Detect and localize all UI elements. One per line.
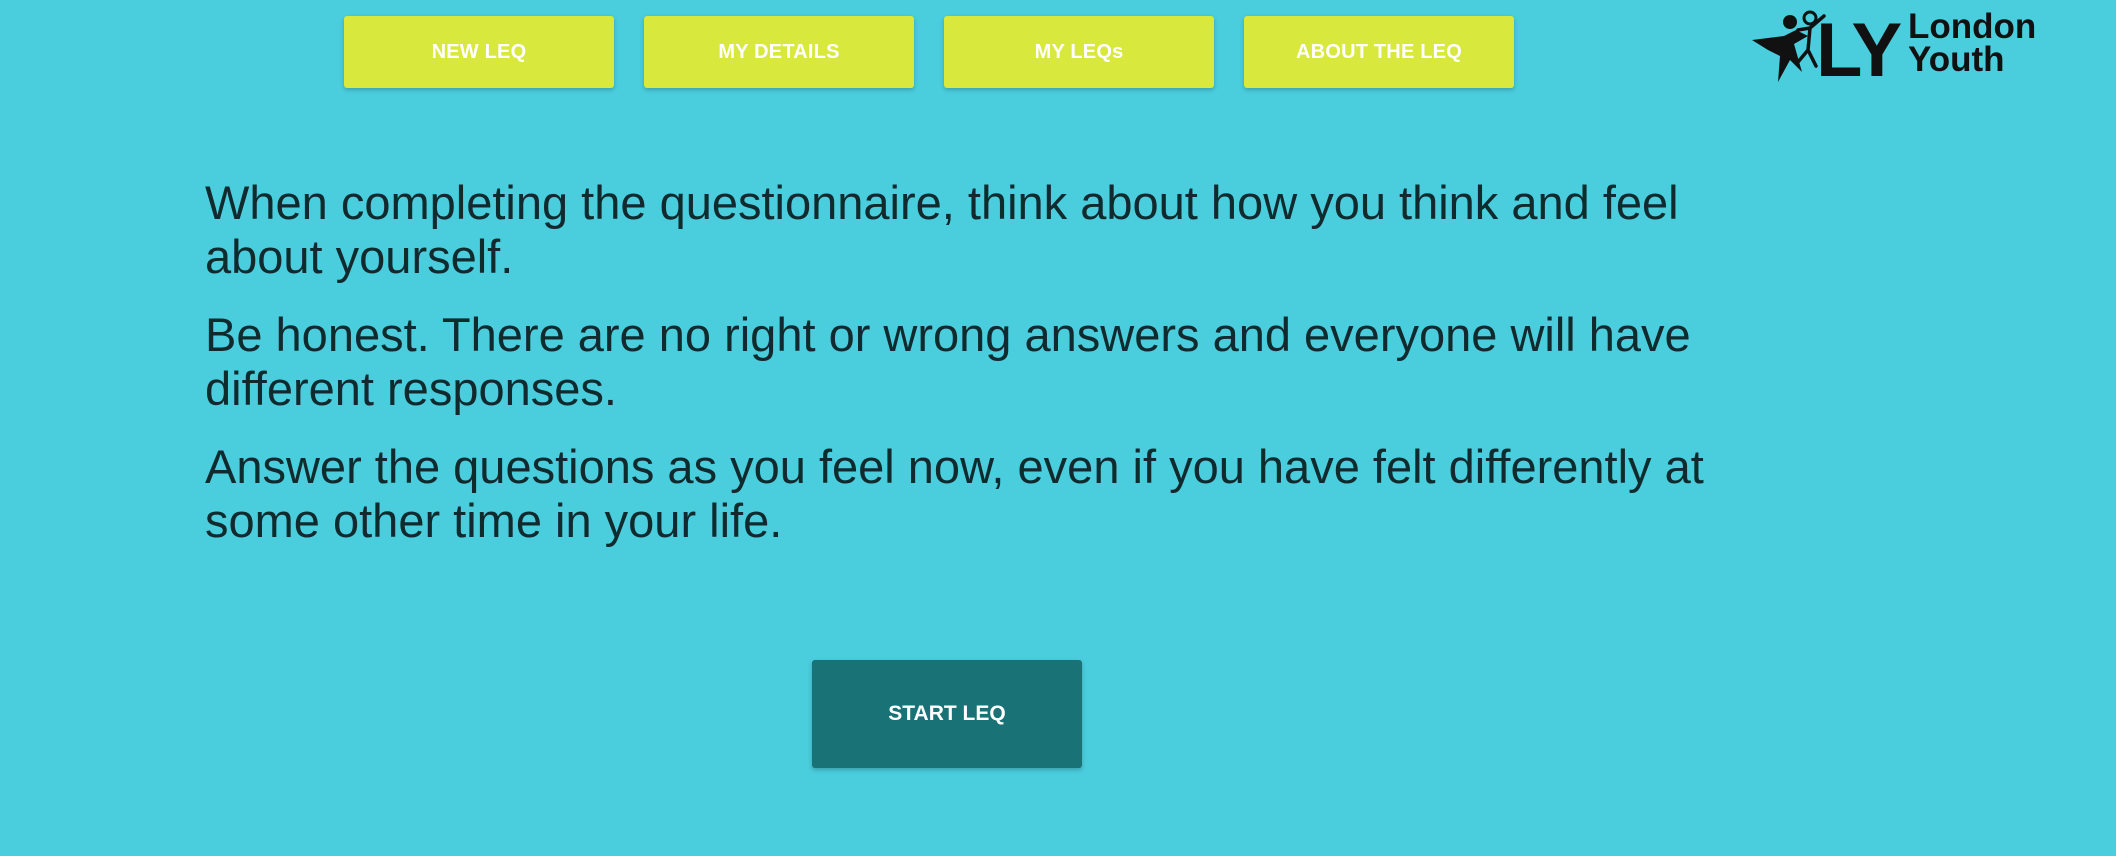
logo-line-2: Youth xyxy=(1908,40,2005,79)
nav-about-leq-button[interactable]: ABOUT THE LEQ xyxy=(1244,16,1514,88)
logo-figures-icon: LY xyxy=(1752,10,1905,90)
intro-paragraph-2: Be honest. There are no right or wrong a… xyxy=(205,308,1691,415)
nav-new-leq-button[interactable]: NEW LEQ xyxy=(344,16,614,88)
logo-mark: LY xyxy=(1816,10,1901,90)
nav-my-details-button[interactable]: MY DETAILS xyxy=(644,16,914,88)
nav-my-leqs-button[interactable]: MY LEQs xyxy=(944,16,1214,88)
intro-text: When completing the questionnaire, think… xyxy=(205,176,1725,572)
intro-paragraph-3: Answer the questions as you feel now, ev… xyxy=(205,440,1704,547)
start-leq-button[interactable]: START LEQ xyxy=(812,660,1082,768)
logo-line-1: London xyxy=(1908,7,2037,46)
london-youth-logo[interactable]: LY London Youth xyxy=(1750,7,2050,90)
logo-wordmark: London Youth xyxy=(1908,7,2037,79)
intro-paragraph-1: When completing the questionnaire, think… xyxy=(205,176,1679,283)
